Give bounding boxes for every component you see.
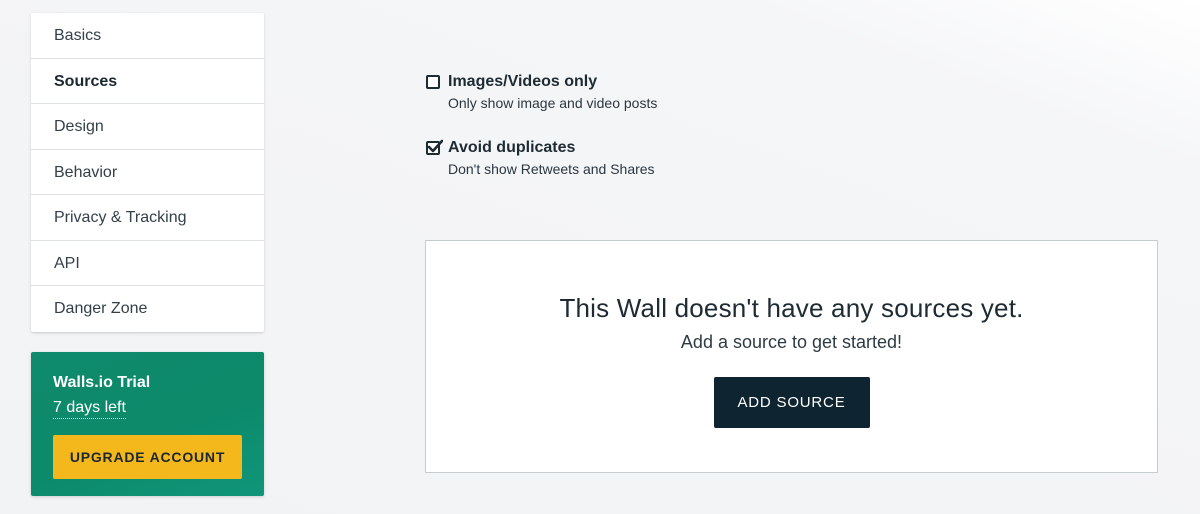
trial-title: Walls.io Trial xyxy=(53,374,151,391)
nav-item-api[interactable]: API xyxy=(31,241,264,286)
empty-state-subtitle: Add a source to get started! xyxy=(680,332,903,352)
empty-sources-panel: This Wall doesn't have any sources yet. … xyxy=(425,240,1158,473)
nav-item-danger-zone[interactable]: Danger Zone xyxy=(31,286,264,332)
nav-item-basics[interactable]: Basics xyxy=(31,13,264,59)
settings-nav: Basics Sources Design Behavior Privacy &… xyxy=(31,13,264,332)
images-videos-only-description: Only show image and video posts xyxy=(448,95,658,111)
nav-item-sources[interactable]: Sources xyxy=(31,59,264,104)
images-videos-only-checkbox[interactable] xyxy=(426,75,440,89)
option-avoid-duplicates: Avoid duplicates Don't show Retweets and… xyxy=(426,138,655,178)
option-images-videos-only: Images/Videos only Only show image and v… xyxy=(426,72,657,112)
trial-days-left-link[interactable]: 7 days left xyxy=(53,398,126,419)
add-source-button[interactable]: ADD SOURCE xyxy=(713,377,870,428)
avoid-duplicates-checkbox[interactable] xyxy=(426,139,443,155)
nav-item-behavior[interactable]: Behavior xyxy=(31,150,264,195)
upgrade-account-button[interactable]: UPGRADE ACCOUNT xyxy=(53,435,242,479)
empty-state-title: This Wall doesn't have any sources yet. xyxy=(559,293,1024,323)
avoid-duplicates-label[interactable]: Avoid duplicates xyxy=(448,138,575,158)
trial-card: Walls.io Trial 7 days left UPGRADE ACCOU… xyxy=(31,352,264,496)
nav-item-design[interactable]: Design xyxy=(31,104,264,150)
checkmark-icon xyxy=(427,139,443,153)
avoid-duplicates-description: Don't show Retweets and Shares xyxy=(448,161,655,177)
nav-item-privacy-tracking[interactable]: Privacy & Tracking xyxy=(31,195,264,241)
images-videos-only-label[interactable]: Images/Videos only xyxy=(448,72,597,92)
